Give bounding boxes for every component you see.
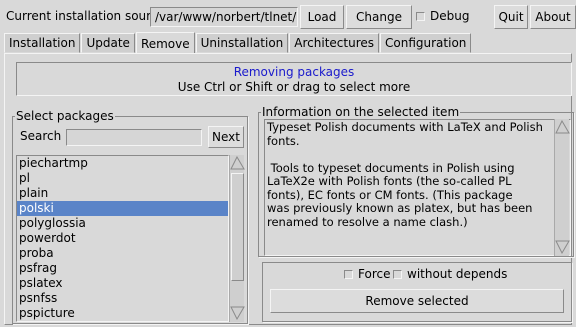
scroll-down-arrow-icon[interactable] [555,240,570,254]
search-label: Search [20,129,62,143]
list-item[interactable]: pstricks-tutorial [17,321,228,322]
load-button[interactable]: Load [300,5,344,29]
without-depends-checkbox[interactable]: without depends [393,267,507,281]
list-item-selected[interactable]: polski [17,201,228,216]
without-depends-label: without depends [407,267,508,281]
tab-configuration[interactable]: Configuration [380,33,472,53]
list-item[interactable]: pspicture [17,306,228,321]
list-item[interactable]: psfrag [17,261,228,276]
next-button[interactable]: Next [208,126,244,148]
without-depends-checkbox-box[interactable] [393,270,402,279]
banner-subtitle: Use Ctrl or Shift or drag to select more [177,80,411,94]
list-item[interactable]: pslatex [17,276,228,291]
select-packages-legend: Select packages [15,109,115,123]
debug-label: Debug [430,9,470,23]
scroll-thumb[interactable] [231,173,244,281]
info-text: Typeset Polish documents with LaTeX and … [264,119,571,256]
info-legend: Information on the selected item [261,105,461,119]
tab-update[interactable]: Update [81,33,135,53]
banner-title: Removing packages [233,65,355,79]
list-item[interactable]: piechartmp [17,156,228,171]
scroll-up-arrow-icon[interactable] [555,120,570,134]
debug-checkbox[interactable]: Debug [416,9,469,23]
tab-installation[interactable]: Installation [4,33,81,53]
tab-architectures[interactable]: Architectures [289,33,380,53]
list-item[interactable]: polyglossia [17,216,228,231]
force-checkbox[interactable]: Force [344,267,390,281]
list-item[interactable]: pl [17,171,228,186]
tab-remove[interactable]: Remove [135,32,195,54]
list-item[interactable]: psnfss [17,291,228,306]
list-item[interactable]: plain [17,186,228,201]
search-input[interactable] [66,129,202,146]
list-item[interactable]: proba [17,246,228,261]
force-label: Force [358,267,391,281]
source-label: Current installation source: [6,9,169,23]
source-field[interactable]: /var/www/norbert/tlnet/2008 [150,7,298,27]
remove-selected-button[interactable]: Remove selected [270,289,564,313]
top-toolbar: Current installation source: /var/www/no… [0,0,576,32]
package-list[interactable]: piechartmp pl plain polski polyglossia p… [16,155,229,322]
scroll-up-arrow-icon[interactable] [230,156,245,170]
quit-button[interactable]: Quit [494,5,528,29]
list-item[interactable]: powerdot [17,231,228,246]
change-button[interactable]: Change [346,5,412,29]
about-button[interactable]: About [530,5,576,29]
tab-bar: Installation Update Remove Uninstallatio… [4,32,472,54]
info-banner: Removing packages Use Ctrl or Shift or d… [16,62,572,96]
tab-uninstallation[interactable]: Uninstallation [195,33,289,53]
package-list-scrollbar[interactable] [229,155,245,322]
debug-checkbox-box[interactable] [416,12,425,21]
force-checkbox-box[interactable] [344,270,353,279]
scroll-down-arrow-icon[interactable] [230,306,245,320]
info-scrollbar[interactable] [554,119,570,256]
